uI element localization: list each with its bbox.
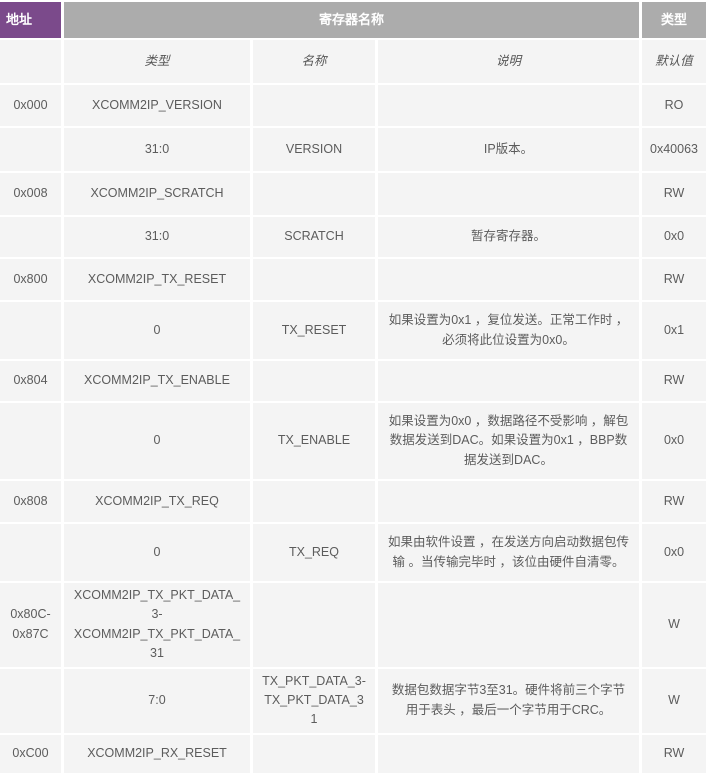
register-or-bits-cell: XCOMM2IP_TX_REQ (64, 481, 250, 522)
field-name-cell: SCRATCH (253, 217, 375, 257)
table-row: 0x80C-0x87C XCOMM2IP_TX_PKT_DATA_3-XCOMM… (0, 583, 706, 667)
table-row: 0 TX_REQ 如果由软件设置 ，在发送方向启动数据包传输 。当传输完毕时 ，… (0, 524, 706, 581)
register-map-table: 地址 寄存器名称 类型 类型 名称 说明 默认值 0x000 XCOMM2IP_… (0, 0, 706, 775)
description-cell (378, 735, 639, 773)
default-or-access-cell: RW (642, 481, 706, 522)
default-or-access-cell: W (642, 583, 706, 667)
table-row: 0x800 XCOMM2IP_TX_RESET RW (0, 259, 706, 300)
table-row: 0x808 XCOMM2IP_TX_REQ RW (0, 481, 706, 522)
description-cell (378, 173, 639, 215)
address-cell: 0x808 (0, 481, 61, 522)
register-or-bits-cell: 0 (64, 403, 250, 479)
description-cell (378, 259, 639, 300)
address-cell (0, 128, 61, 171)
register-or-bits-cell: XCOMM2IP_TX_PKT_DATA_3-XCOMM2IP_TX_PKT_D… (64, 583, 250, 667)
subheader-empty (0, 40, 61, 83)
table-row: 0 TX_ENABLE 如果设置为0x0 ，数据路径不受影响 ，解包数据发送到D… (0, 403, 706, 479)
description-cell: 如果设置为0x1 ，复位发送。正常工作时 ，必须将此位设置为0x0。 (378, 302, 639, 359)
description-cell: 如果由软件设置 ，在发送方向启动数据包传输 。当传输完毕时 ，该位由硬件自清零。 (378, 524, 639, 581)
table-row: 7:0 TX_PKT_DATA_3-TX_PKT_DATA_31 数据包数据字节… (0, 669, 706, 733)
register-or-bits-cell: 0 (64, 524, 250, 581)
table-row: 31:0 SCRATCH 暂存寄存器。 0x0 (0, 217, 706, 257)
table-row: 0x804 XCOMM2IP_TX_ENABLE RW (0, 361, 706, 401)
address-cell (0, 669, 61, 733)
register-or-bits-cell: XCOMM2IP_TX_ENABLE (64, 361, 250, 401)
field-name-cell (253, 361, 375, 401)
register-or-bits-cell: 7:0 (64, 669, 250, 733)
field-name-cell (253, 259, 375, 300)
table-row: 0 TX_RESET 如果设置为0x1 ，复位发送。正常工作时 ，必须将此位设置… (0, 302, 706, 359)
description-cell: 数据包数据字节3至31。硬件将前三个字节用于表头 ，最后一个字节用于CRC。 (378, 669, 639, 733)
field-name-cell: TX_REQ (253, 524, 375, 581)
register-or-bits-cell: XCOMM2IP_SCRATCH (64, 173, 250, 215)
table-subheader-row: 类型 名称 说明 默认值 (0, 40, 706, 83)
default-or-access-cell: 0x40063 (642, 128, 706, 171)
address-cell: 0x800 (0, 259, 61, 300)
address-cell: 0xC00 (0, 735, 61, 773)
default-or-access-cell: 0x0 (642, 524, 706, 581)
default-or-access-cell: RW (642, 259, 706, 300)
default-or-access-cell: 0x1 (642, 302, 706, 359)
address-cell (0, 524, 61, 581)
description-cell (378, 85, 639, 126)
description-cell (378, 481, 639, 522)
description-cell (378, 583, 639, 667)
description-cell (378, 361, 639, 401)
table-row: 0x008 XCOMM2IP_SCRATCH RW (0, 173, 706, 215)
header-register-name: 寄存器名称 (64, 2, 639, 38)
default-or-access-cell: RW (642, 735, 706, 773)
field-name-cell: TX_RESET (253, 302, 375, 359)
field-name-cell: VERSION (253, 128, 375, 171)
default-or-access-cell: RW (642, 361, 706, 401)
header-address: 地址 (0, 2, 61, 38)
subheader-name: 名称 (253, 40, 375, 83)
table-row: 0xC00 XCOMM2IP_RX_RESET RW (0, 735, 706, 773)
default-or-access-cell: 0x0 (642, 403, 706, 479)
default-or-access-cell: W (642, 669, 706, 733)
field-name-cell (253, 85, 375, 126)
field-name-cell: TX_ENABLE (253, 403, 375, 479)
table-row: 31:0 VERSION IP版本。 0x40063 (0, 128, 706, 171)
register-or-bits-cell: 0 (64, 302, 250, 359)
address-cell (0, 302, 61, 359)
address-cell: 0x000 (0, 85, 61, 126)
description-cell: 暂存寄存器。 (378, 217, 639, 257)
description-cell: 如果设置为0x0 ，数据路径不受影响 ，解包数据发送到DAC。如果设置为0x1 … (378, 403, 639, 479)
field-name-cell (253, 583, 375, 667)
address-cell: 0x804 (0, 361, 61, 401)
register-or-bits-cell: XCOMM2IP_TX_RESET (64, 259, 250, 300)
subheader-description: 说明 (378, 40, 639, 83)
header-type: 类型 (642, 2, 706, 38)
address-cell (0, 217, 61, 257)
register-or-bits-cell: 31:0 (64, 128, 250, 171)
table-header-row: 地址 寄存器名称 类型 (0, 2, 706, 38)
description-cell: IP版本。 (378, 128, 639, 171)
field-name-cell (253, 735, 375, 773)
default-or-access-cell: RO (642, 85, 706, 126)
address-cell (0, 403, 61, 479)
subheader-type: 类型 (64, 40, 250, 83)
field-name-cell (253, 173, 375, 215)
default-or-access-cell: 0x0 (642, 217, 706, 257)
field-name-cell (253, 481, 375, 522)
register-or-bits-cell: XCOMM2IP_VERSION (64, 85, 250, 126)
default-or-access-cell: RW (642, 173, 706, 215)
register-or-bits-cell: XCOMM2IP_RX_RESET (64, 735, 250, 773)
address-cell: 0x80C-0x87C (0, 583, 61, 667)
address-cell: 0x008 (0, 173, 61, 215)
register-or-bits-cell: 31:0 (64, 217, 250, 257)
table-row: 0x000 XCOMM2IP_VERSION RO (0, 85, 706, 126)
subheader-default: 默认值 (642, 40, 706, 83)
field-name-cell: TX_PKT_DATA_3-TX_PKT_DATA_31 (253, 669, 375, 733)
